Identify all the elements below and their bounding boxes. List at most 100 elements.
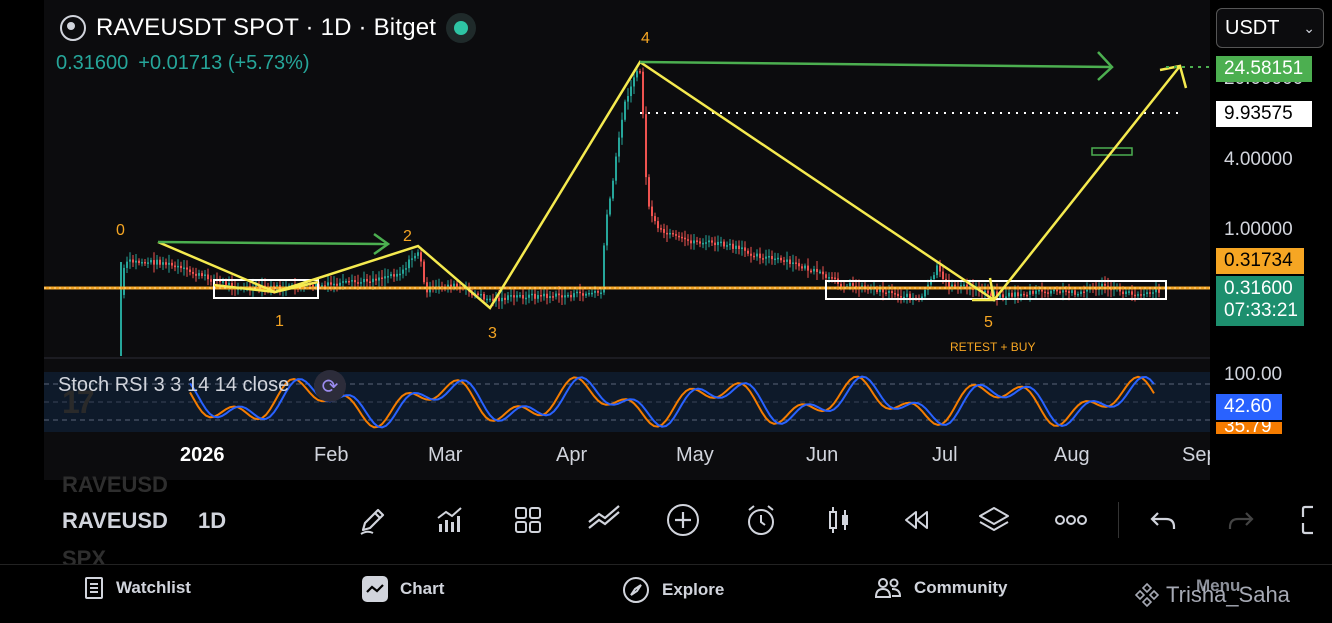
- market-status-icon[interactable]: [446, 13, 477, 43]
- candle-body: [585, 293, 587, 296]
- symbol-ghost-next[interactable]: SPX: [62, 546, 106, 564]
- currency-select[interactable]: USDT ⌄: [1216, 8, 1324, 48]
- candle-body: [1020, 293, 1022, 297]
- currency-value: USDT: [1225, 16, 1280, 39]
- candle-body: [552, 296, 554, 298]
- candle-body: [387, 276, 389, 278]
- fullscreen-icon[interactable]: [1298, 502, 1332, 538]
- candle-body: [1032, 290, 1034, 294]
- candle-body: [669, 232, 671, 235]
- candle-body: [1059, 291, 1061, 293]
- green-arrow-1: [157, 240, 389, 246]
- candle-body: [576, 291, 578, 294]
- candle-body: [390, 274, 392, 277]
- candle-body: [513, 295, 515, 298]
- candle-body: [897, 293, 899, 297]
- watermark-username: Trisha_Saha: [1166, 582, 1290, 607]
- candle-body: [228, 283, 230, 285]
- time-label-jul: Jul: [932, 444, 958, 466]
- candle-body: [720, 241, 722, 244]
- price-tag-support: 0.31734: [1216, 248, 1304, 274]
- nav-community[interactable]: Community: [874, 576, 1008, 600]
- alert-icon[interactable]: [743, 502, 779, 538]
- candle-body: [753, 255, 755, 258]
- indicators-icon[interactable]: [432, 502, 468, 538]
- candle-body: [933, 275, 935, 280]
- symbol-title[interactable]: RAVEUSDT SPOT · 1D · Bitget: [96, 14, 436, 42]
- nav-explore[interactable]: Explore: [622, 576, 724, 604]
- price-tag-target: 24.58151: [1216, 56, 1312, 82]
- symbol-ghost-prev[interactable]: RAVEUSD: [62, 472, 168, 498]
- undo-icon[interactable]: [1145, 502, 1181, 538]
- candle-body: [330, 282, 332, 285]
- candle-body: [354, 280, 356, 283]
- candle-body: [129, 259, 131, 262]
- interval-picker[interactable]: 1D: [198, 508, 226, 534]
- symbol-picker[interactable]: RAVEUSD: [62, 508, 168, 534]
- candle-body: [351, 280, 353, 282]
- candle-body: [225, 281, 227, 285]
- chart-icon: [362, 576, 388, 602]
- candle-body: [675, 234, 677, 236]
- candle-body: [954, 284, 956, 287]
- time-label-feb: Feb: [314, 444, 349, 466]
- candle-body: [825, 274, 827, 278]
- redo-icon[interactable]: [1223, 502, 1259, 538]
- candle-body: [582, 293, 584, 296]
- candle-body: [651, 206, 653, 217]
- layouts-icon[interactable]: [510, 502, 546, 538]
- candle-body: [765, 256, 767, 259]
- candle-body: [180, 265, 182, 269]
- candle-body: [1041, 289, 1043, 292]
- more-icon[interactable]: [1053, 502, 1089, 538]
- nav-watchlist[interactable]: Watchlist: [84, 576, 191, 600]
- candle-body: [1011, 292, 1013, 297]
- current-price-value: 0.31600: [1224, 278, 1293, 299]
- candle-body: [699, 241, 701, 244]
- nav-chart[interactable]: Chart: [362, 576, 444, 602]
- candle-body: [165, 262, 167, 265]
- candle-body: [183, 267, 185, 270]
- candle-body: [204, 274, 206, 277]
- candle-body: [525, 297, 527, 300]
- candle-body: [729, 243, 731, 246]
- binance-logo-icon: [1134, 582, 1160, 608]
- candle-body: [573, 293, 575, 298]
- candle-body: [705, 242, 707, 244]
- candle-body: [801, 266, 803, 269]
- candle-body: [1125, 291, 1127, 295]
- candle-body: [645, 114, 647, 178]
- candle-body: [555, 293, 557, 297]
- layers-icon[interactable]: [976, 502, 1012, 538]
- indicator-legend[interactable]: Stoch RSI 3 3 14 14 close: [58, 374, 289, 397]
- compare-icon[interactable]: [587, 502, 623, 538]
- nav-community-label: Community: [914, 578, 1008, 597]
- refresh-icon[interactable]: ⟳: [314, 370, 346, 402]
- candle-body: [189, 269, 191, 272]
- candle-body: [891, 291, 893, 294]
- candle-body: [1002, 294, 1004, 298]
- add-icon[interactable]: [665, 502, 701, 538]
- candle-body: [768, 256, 770, 258]
- price-tag-level: 9.93575: [1216, 101, 1312, 127]
- candle-body: [603, 245, 605, 293]
- time-label-sep: Sep: [1182, 444, 1210, 466]
- candle-body: [126, 261, 128, 268]
- candle-body: [777, 257, 779, 260]
- candle-body: [1053, 289, 1055, 292]
- candle-body: [732, 243, 734, 249]
- candle-body: [411, 258, 413, 260]
- symbol-header[interactable]: RAVEUSDT SPOT · 1D · Bitget: [60, 12, 477, 44]
- stoch-k-value: 42.60: [1216, 394, 1282, 420]
- candle-body: [834, 277, 836, 280]
- candle-body: [1128, 291, 1130, 293]
- candles-icon[interactable]: [821, 502, 857, 538]
- candle-body: [963, 284, 965, 287]
- candle-body: [480, 294, 482, 296]
- replay-icon[interactable]: [898, 502, 934, 538]
- candle-body: [540, 295, 542, 297]
- candle-body: [987, 290, 989, 294]
- pen-icon[interactable]: [355, 502, 391, 538]
- candle-body: [192, 271, 194, 274]
- candle-body: [345, 280, 347, 283]
